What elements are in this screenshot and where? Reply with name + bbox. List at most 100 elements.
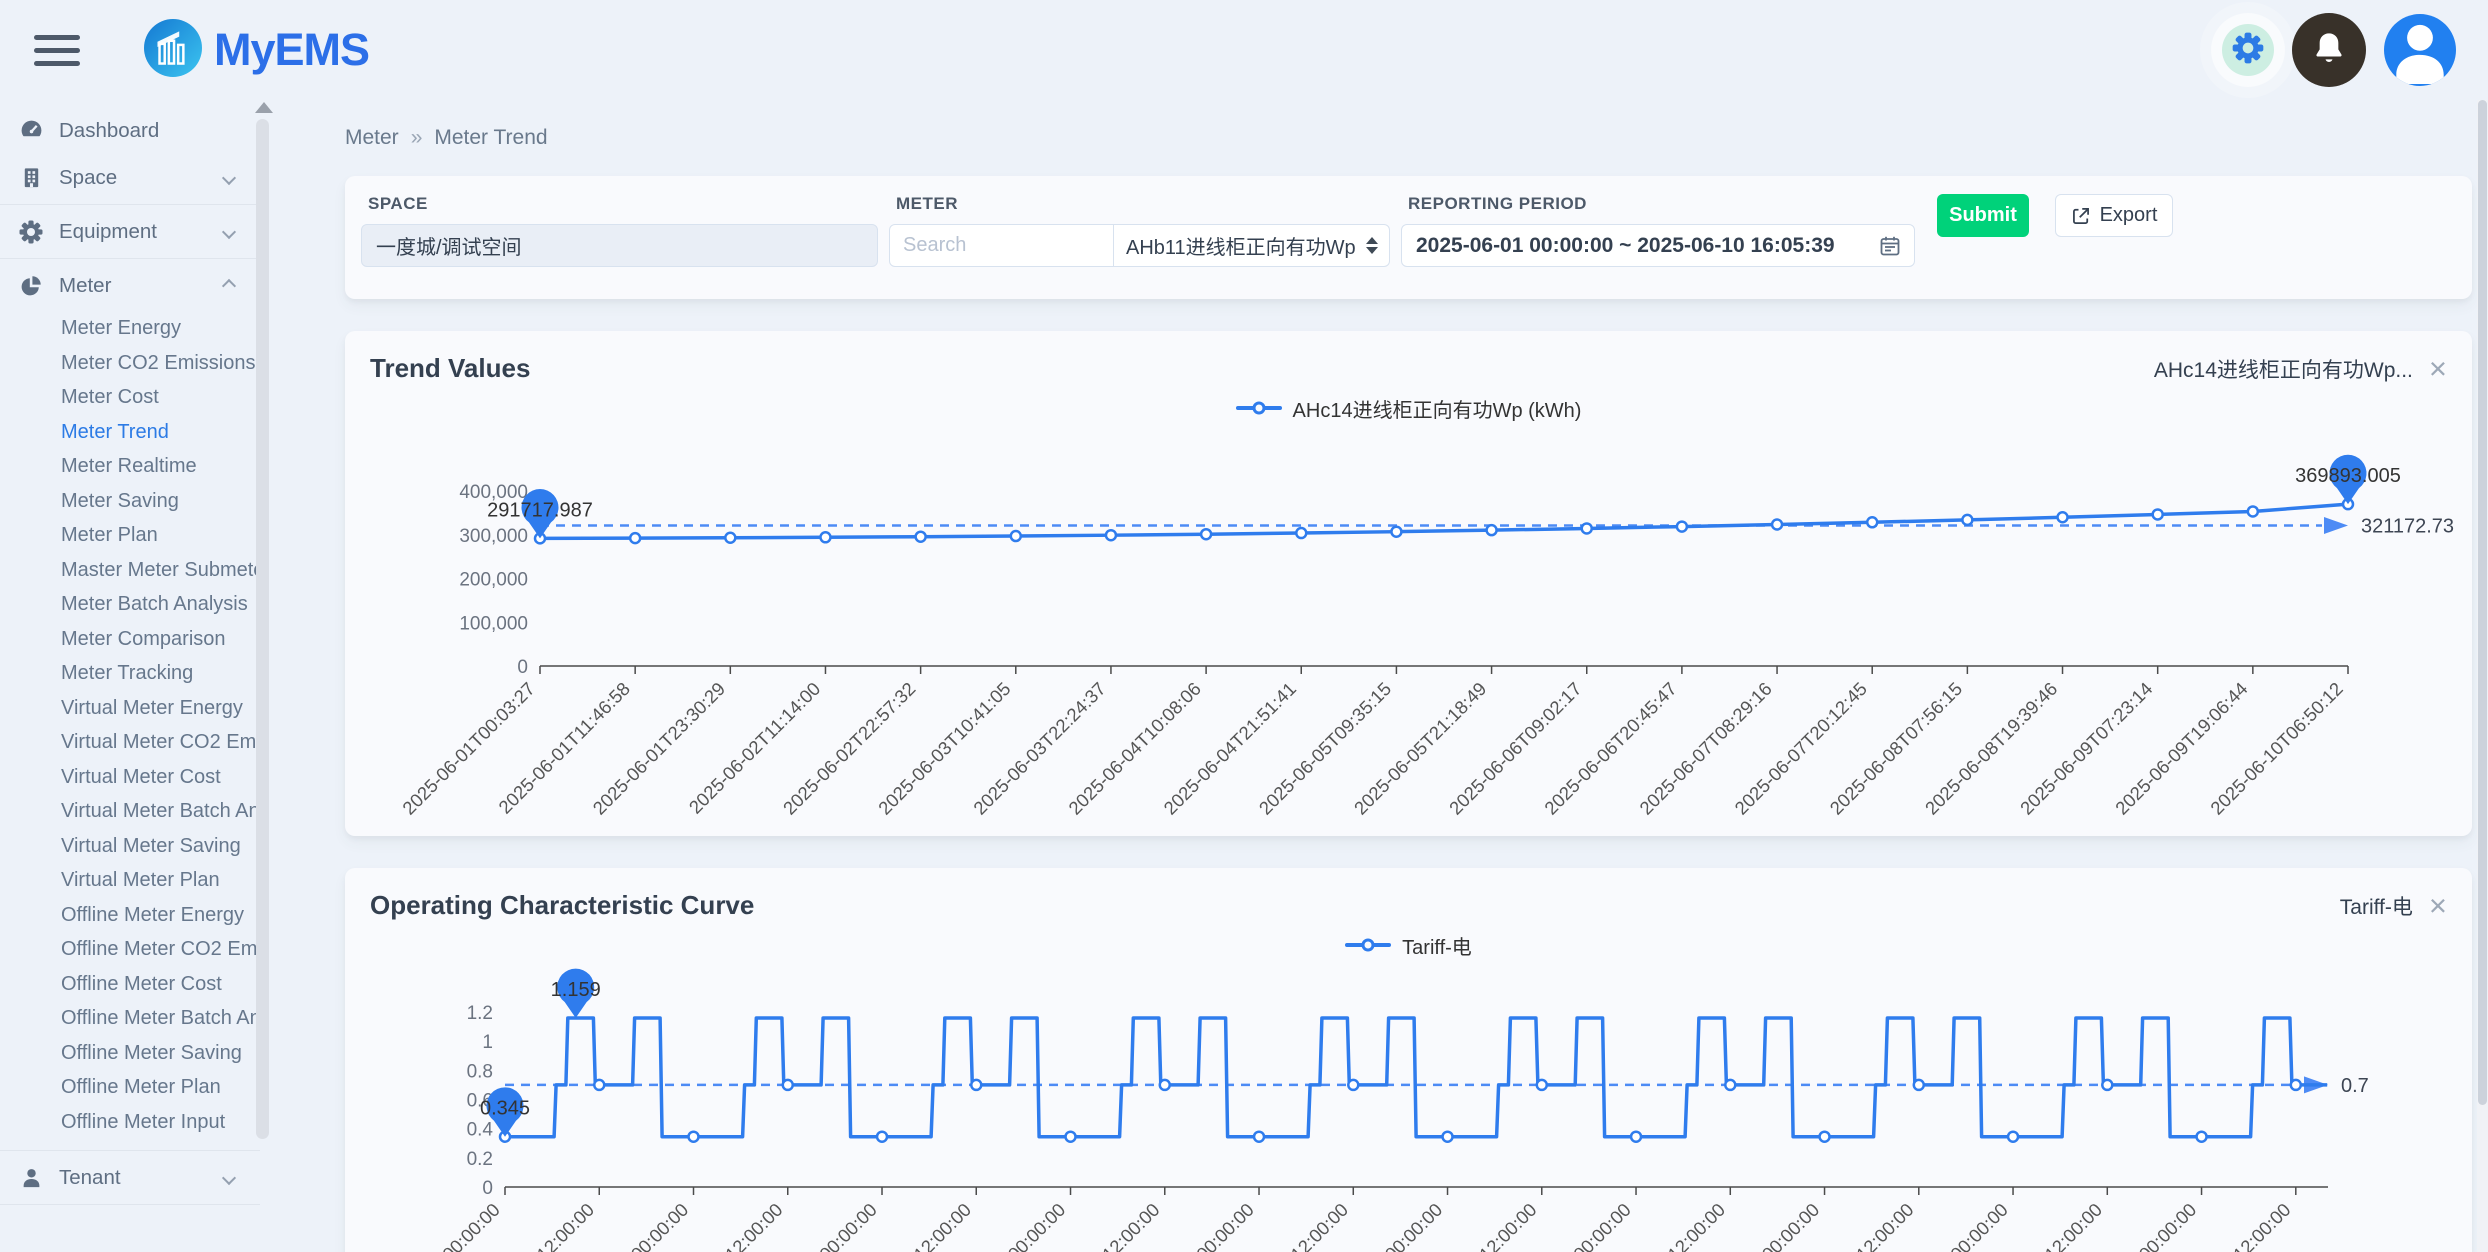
sidebar-item-virtual-meter-energy[interactable]: Virtual Meter Energy	[0, 691, 260, 726]
close-icon[interactable]: ×	[2429, 890, 2447, 921]
svg-text:0: 0	[517, 657, 528, 678]
breadcrumb-link-meter[interactable]: Meter	[345, 126, 399, 149]
sidebar-item-meter-tracking[interactable]: Meter Tracking	[0, 656, 260, 691]
user-avatar[interactable]	[2384, 14, 2456, 86]
sidebar-item-offline-meter-saving[interactable]: Offline Meter Saving	[0, 1036, 260, 1071]
chevron-down-icon	[222, 224, 236, 238]
sidebar-item-equipment[interactable]: Equipment	[0, 208, 260, 255]
space-select[interactable]: 一度城/调试空间	[361, 224, 878, 267]
sidebar-item-meter-trend[interactable]: Meter Trend	[0, 415, 260, 450]
legend-line-marker-icon	[1236, 401, 1282, 415]
sidebar-item-master-meter-submeters-ba[interactable]: Master Meter Submeters Ba	[0, 553, 260, 588]
export-icon	[2071, 206, 2091, 226]
sidebar-item-offline-meter-co2-emission[interactable]: Offline Meter CO2 Emission	[0, 932, 260, 967]
brand-name: MyEMS	[214, 24, 369, 76]
sidebar-item-meter-co2-emissions[interactable]: Meter CO2 Emissions	[0, 346, 260, 381]
sidebar-item-offline-meter-plan[interactable]: Offline Meter Plan	[0, 1070, 260, 1105]
sidebar-scroll-up-icon[interactable]	[255, 102, 273, 113]
trend-line-chart[interactable]: 0100,000200,000300,000400,0002025-06-01T…	[345, 422, 2472, 822]
calendar-icon	[1878, 234, 1902, 258]
sidebar-item-virtual-meter-plan[interactable]: Virtual Meter Plan	[0, 863, 260, 898]
meter-select[interactable]: AHb11进线柜正向有功Wp	[1114, 224, 1390, 267]
oc-line-chart[interactable]: 00.20.40.60.811.22025-06-01T00:00:002025…	[345, 959, 2472, 1252]
settings-button[interactable]	[2222, 24, 2274, 76]
sidebar-item-meter-energy[interactable]: Meter Energy	[0, 311, 260, 346]
sidebar-item-meter-comparison[interactable]: Meter Comparison	[0, 622, 260, 657]
select-arrows-icon	[1366, 237, 1378, 254]
svg-text:0.4: 0.4	[467, 1120, 494, 1141]
selected-series-label: AHc14进线柜正向有功Wp...	[2154, 354, 2413, 384]
bell-icon	[2310, 29, 2348, 72]
user-icon	[16, 1166, 46, 1189]
svg-text:200,000: 200,000	[459, 570, 528, 591]
reporting-period-label: REPORTING PERIOD	[1408, 194, 1915, 214]
sidebar-item-dashboard[interactable]: Dashboard	[0, 107, 260, 154]
breadcrumb-separator: »	[411, 126, 423, 149]
sidebar-item-meter-realtime[interactable]: Meter Realtime	[0, 449, 260, 484]
operating-curve-panel: Operating Characteristic Curve Tariff-电 …	[345, 868, 2472, 1252]
meter-search-input[interactable]	[889, 224, 1114, 267]
notifications-button[interactable]	[2292, 13, 2366, 87]
gauge-icon	[16, 118, 46, 143]
reporting-period-value: 2025-06-01 00:00:00 ~ 2025-06-10 16:05:3…	[1416, 234, 1835, 258]
sidebar-item-virtual-meter-batch-analysi[interactable]: Virtual Meter Batch Analysi	[0, 794, 260, 829]
svg-text:369893.005: 369893.005	[2295, 465, 2401, 487]
sidebar-item-label: Tenant	[59, 1166, 224, 1190]
main-content: Meter»Meter Trend SPACE 一度城/调试空间 METER A…	[270, 100, 2488, 1252]
submit-button[interactable]: Submit	[1937, 194, 2029, 237]
sidebar-item-offline-meter-batch-analysi[interactable]: Offline Meter Batch Analysi	[0, 1001, 260, 1036]
svg-text:0.345: 0.345	[480, 1098, 530, 1120]
trend-chart-legend[interactable]: AHc14进线柜正向有功Wp (kWh)	[345, 396, 2472, 420]
meter-select-value: AHb11进线柜正向有功Wp	[1126, 231, 1356, 260]
breadcrumb: Meter»Meter Trend	[345, 126, 2472, 150]
building-icon	[16, 166, 46, 189]
sidebar-item-label: Space	[59, 166, 224, 190]
sidebar-item-offline-meter-cost[interactable]: Offline Meter Cost	[0, 967, 260, 1002]
svg-text:1.2: 1.2	[467, 1003, 493, 1024]
sidebar-scrollbar[interactable]	[256, 119, 269, 1139]
export-button[interactable]: Export	[2055, 194, 2173, 237]
oc-chart-legend[interactable]: Tariff-电	[345, 933, 2472, 957]
svg-text:1.159: 1.159	[551, 979, 601, 1001]
pie-chart-icon	[16, 274, 46, 298]
chevron-down-icon	[222, 1170, 236, 1184]
oc-panel-title: Operating Characteristic Curve	[370, 890, 754, 921]
gear-icon	[16, 220, 46, 244]
filter-panel: SPACE 一度城/调试空间 METER AHb11进线柜正向有功Wp REPO…	[345, 176, 2472, 299]
sidebar-item-offline-meter-input[interactable]: Offline Meter Input	[0, 1105, 260, 1140]
sidebar-item-meter-saving[interactable]: Meter Saving	[0, 484, 260, 519]
meter-label: METER	[896, 194, 1390, 214]
svg-text:0.2: 0.2	[467, 1149, 493, 1170]
svg-text:0.8: 0.8	[467, 1061, 493, 1082]
close-icon[interactable]: ×	[2429, 353, 2447, 384]
sidebar-item-label: Meter	[59, 274, 224, 298]
sidebar-item-tenant[interactable]: Tenant	[0, 1154, 260, 1201]
sidebar-item-meter-batch-analysis[interactable]: Meter Batch Analysis	[0, 587, 260, 622]
meter-field-group: METER AHb11进线柜正向有功Wp	[889, 194, 1390, 267]
page-scrollbar-thumb[interactable]	[2478, 100, 2487, 1105]
page-scrollbar-track[interactable]	[2477, 100, 2488, 1252]
sidebar-item-meter-plan[interactable]: Meter Plan	[0, 518, 260, 553]
selected-series-tag: AHc14进线柜正向有功Wp... ×	[2154, 353, 2447, 384]
svg-text:0.7: 0.7	[2341, 1075, 2369, 1097]
trend-panel-title: Trend Values	[370, 353, 530, 384]
svg-text:2025-06-01T00:00:00: 2025-06-01T00:00:00	[363, 1199, 504, 1252]
myems-logo-icon	[144, 19, 202, 82]
sidebar-item-space[interactable]: Space	[0, 154, 260, 201]
sidebar-item-virtual-meter-co2-emission[interactable]: Virtual Meter CO2 Emission	[0, 725, 260, 760]
sidebar-item-meter[interactable]: Meter	[0, 262, 260, 309]
svg-text:321172.73: 321172.73	[2361, 515, 2454, 537]
reporting-period-group: REPORTING PERIOD 2025-06-01 00:00:00 ~ 2…	[1401, 194, 1915, 267]
sidebar-item-meter-cost[interactable]: Meter Cost	[0, 380, 260, 415]
reporting-period-input[interactable]: 2025-06-01 00:00:00 ~ 2025-06-10 16:05:3…	[1401, 224, 1915, 267]
svg-text:0: 0	[482, 1178, 493, 1199]
sidebar: Dashboard Space Equipment Meter Meter Energy…	[0, 100, 270, 1252]
sidebar-item-virtual-meter-saving[interactable]: Virtual Meter Saving	[0, 829, 260, 864]
brand-logo[interactable]: MyEMS	[144, 19, 369, 82]
menu-toggle-button[interactable]	[34, 35, 80, 66]
tariff-tag-label: Tariff-电	[2340, 891, 2413, 921]
user-avatar-icon	[2384, 14, 2456, 86]
sidebar-item-virtual-meter-cost[interactable]: Virtual Meter Cost	[0, 760, 260, 795]
sidebar-item-label: Dashboard	[59, 119, 244, 143]
sidebar-item-offline-meter-energy[interactable]: Offline Meter Energy	[0, 898, 260, 933]
